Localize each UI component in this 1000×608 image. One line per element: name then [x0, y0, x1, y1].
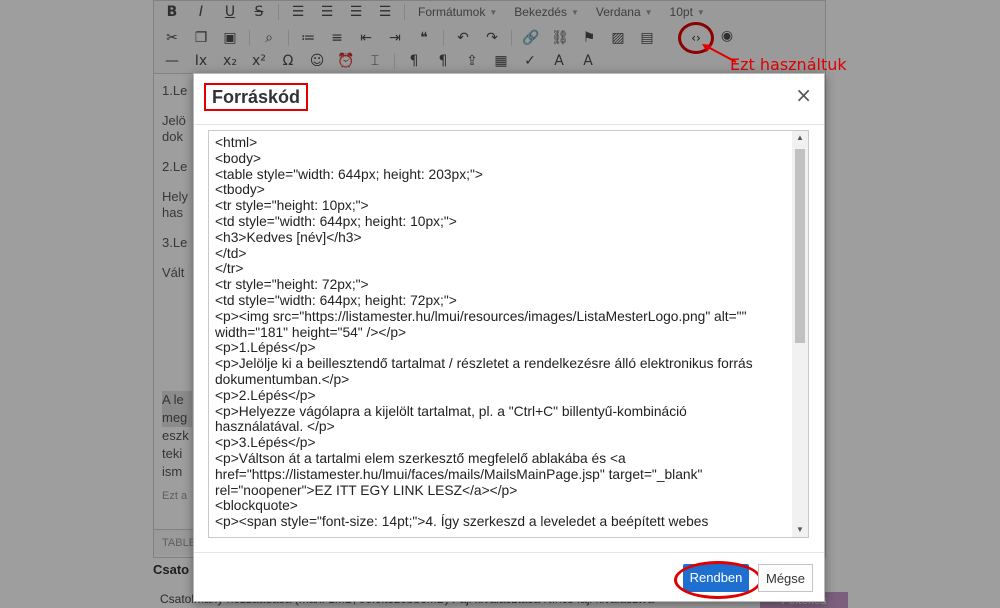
- code-line: <td style="width: 644px; height: 10px;">: [215, 213, 457, 229]
- code-line: dokumentumban.</p>: [215, 371, 350, 387]
- scroll-down-icon[interactable]: ▼: [792, 523, 808, 537]
- source-code-dialog: Forráskód × <html> <body> <table style="w…: [193, 73, 825, 602]
- code-line: <p>3.Lépés</p>: [215, 435, 316, 451]
- code-line: <p>Jelölje ki a beillesztendő tartalmat …: [215, 356, 753, 372]
- code-line: <tr style="height: 10px;">: [215, 198, 369, 214]
- code-lines: <html> <body> <table style="width: 644px;…: [215, 135, 791, 530]
- code-line: </tr>: [215, 261, 244, 277]
- code-line: width="181" height="54" /></p>: [215, 324, 407, 340]
- scrollbar[interactable]: ▲ ▼: [792, 131, 808, 537]
- code-line: <h3>Kedves [név]</h3>: [215, 229, 362, 245]
- code-line: <td style="width: 644px; height: 72px;">: [215, 292, 457, 308]
- ok-button-highlight-ring: [674, 561, 762, 599]
- code-line: <p>1.Lépés</p>: [215, 340, 316, 356]
- code-line: </td>: [215, 245, 247, 261]
- code-line: <body>: [215, 150, 262, 166]
- code-line: <table style="width: 644px; height: 203p…: [215, 166, 483, 182]
- code-line: használatával. </p>: [215, 419, 335, 435]
- code-line: <tr style="height: 72px;">: [215, 277, 369, 293]
- code-line: href="https://listamester.hu/lmui/faces/…: [215, 466, 703, 482]
- scrollbar-thumb[interactable]: [795, 149, 805, 343]
- code-line: <html>: [215, 135, 258, 150]
- code-line: <p><img src="https://listamester.hu/lmui…: [215, 308, 747, 324]
- code-line: <p>2.Lépés</p>: [215, 387, 316, 403]
- dialog-title: Forráskód: [204, 83, 309, 111]
- scroll-up-icon[interactable]: ▲: [792, 131, 808, 145]
- annotation-text: Ezt használtuk: [730, 55, 847, 74]
- code-line: <p><span style="font-size: 14pt;">4. Így…: [215, 514, 709, 530]
- dialog-divider: [194, 124, 824, 125]
- code-line: <p>Váltson át a tartalmi elem szerkesztő…: [215, 450, 626, 466]
- code-line: rel="noopener">EZ ITT EGY LINK LESZ</a><…: [215, 482, 518, 498]
- dialog-footer-divider: [194, 552, 824, 553]
- source-code-textarea[interactable]: <html> <body> <table style="width: 644px;…: [208, 130, 809, 538]
- code-line: <tbody>: [215, 182, 265, 198]
- code-line: <p>Helyezze vágólapra a kijelölt tartalm…: [215, 403, 687, 419]
- close-icon[interactable]: ×: [795, 83, 812, 107]
- code-line: <blockquote>: [215, 498, 298, 514]
- cancel-button[interactable]: Mégse: [758, 564, 813, 592]
